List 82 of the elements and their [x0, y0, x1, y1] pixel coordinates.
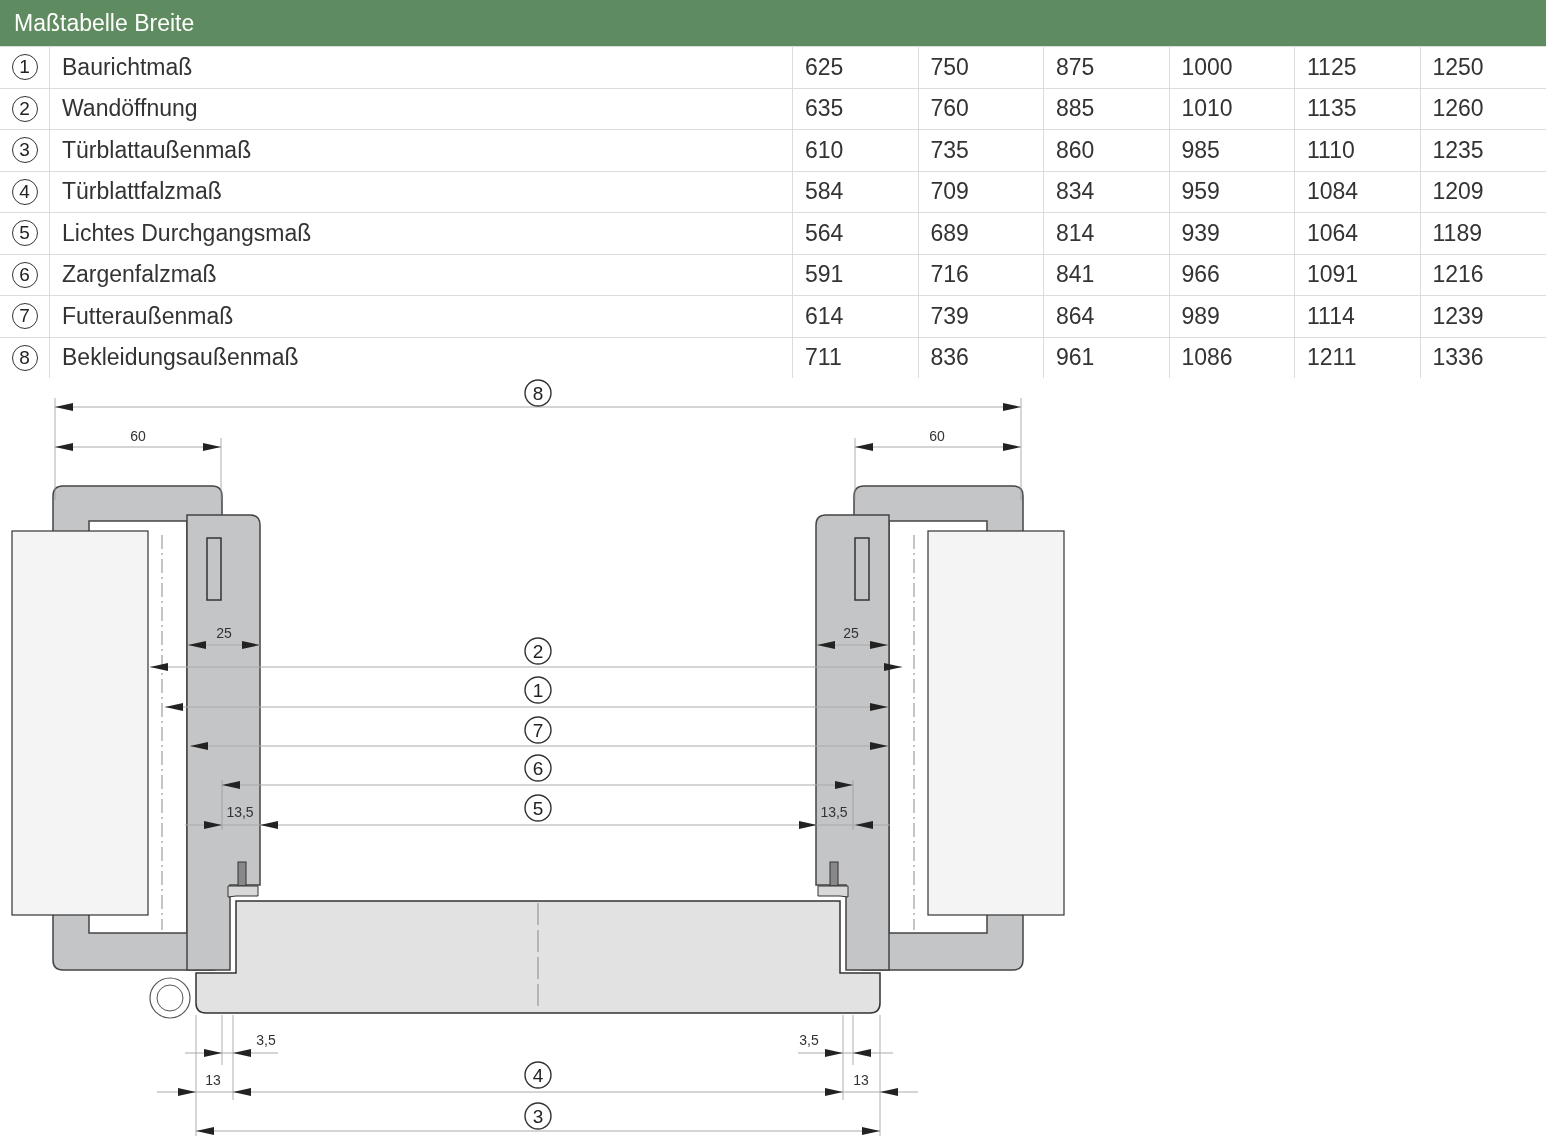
callout-marker: 6 — [524, 754, 552, 782]
extension-line — [220, 437, 222, 501]
table-cell: 1250 — [1420, 46, 1546, 88]
table-cell: 841 — [1044, 253, 1170, 295]
table-cell: 834 — [1044, 170, 1170, 212]
callout-marker: 4 — [524, 1061, 552, 1089]
dimension-label: 3,5 — [256, 1032, 276, 1048]
table-cell: 1235 — [1420, 129, 1546, 171]
table-cell: 860 — [1044, 129, 1170, 171]
dimension-label: 3,5 — [799, 1032, 819, 1048]
table-cell: Türblattaußenmaß — [50, 129, 793, 171]
extension-line — [221, 1014, 223, 1066]
extension-line — [854, 437, 856, 501]
table-cell: 1209 — [1420, 170, 1546, 212]
table-cell: 735 — [918, 129, 1044, 171]
table-cell: Wandöffnung — [50, 87, 793, 129]
table-cell: 989 — [1169, 295, 1295, 337]
table-cell: 814 — [1044, 212, 1170, 254]
table-cell: 1000 — [1169, 46, 1295, 88]
dimension-label: 25 — [843, 625, 859, 641]
table-cell: 591 — [793, 253, 919, 295]
table-cell: Lichtes Durchgangsmaß — [50, 212, 793, 254]
callout-marker: 7 — [524, 716, 552, 744]
table-cell: 1211 — [1295, 336, 1421, 378]
extension-line — [852, 1014, 854, 1066]
table-cell: 750 — [918, 46, 1044, 88]
table-cell: 966 — [1169, 253, 1295, 295]
table-cell: 1110 — [1295, 129, 1421, 171]
table-cell: 1064 — [1295, 212, 1421, 254]
dimension-label: 13 — [205, 1072, 221, 1088]
table-cell: 625 — [793, 46, 919, 88]
table-cell: 1336 — [1420, 336, 1546, 378]
table-cell: Türblattfalzmaß — [50, 170, 793, 212]
callout-marker: 2 — [524, 637, 552, 665]
table-cell: 939 — [1169, 212, 1295, 254]
table-cell: 1135 — [1295, 87, 1421, 129]
callout-marker: 3 — [524, 1102, 552, 1130]
table-cell: 760 — [918, 87, 1044, 129]
table-cell: 885 — [1044, 87, 1170, 129]
door-seal-drawing — [227, 861, 259, 898]
table-cell: 1084 — [1295, 170, 1421, 212]
table-cell: 1125 — [1295, 46, 1421, 88]
dimension-label: 60 — [929, 428, 945, 444]
door-seal-drawing — [817, 861, 849, 898]
table-cell: 1086 — [1169, 336, 1295, 378]
table-cell: 864 — [1044, 295, 1170, 337]
table-cell: 1091 — [1295, 253, 1421, 295]
table-cell: 614 — [793, 295, 919, 337]
dimension-label: 13,5 — [226, 804, 254, 820]
dimension-label: 13 — [853, 1072, 869, 1088]
table-cell: Futteraußenmaß — [50, 295, 793, 337]
table-cell: Baurichtmaß — [50, 46, 793, 88]
dimension-label: 60 — [130, 428, 146, 444]
table-cell: 1216 — [1420, 253, 1546, 295]
hinge-icon — [149, 977, 191, 1019]
table-cell: Zargenfalzmaß — [50, 253, 793, 295]
callout-marker: 1 — [524, 676, 552, 704]
callout-marker: 8 — [524, 379, 552, 407]
table-cell: 635 — [793, 87, 919, 129]
table-cell: Bekleidungsaußenmaß — [50, 336, 793, 378]
table-cell: 1260 — [1420, 87, 1546, 129]
table-cell: 1239 — [1420, 295, 1546, 337]
table-cell: 711 — [793, 336, 919, 378]
table-cell: 959 — [1169, 170, 1295, 212]
table-cell: 836 — [918, 336, 1044, 378]
table-cell: 961 — [1044, 336, 1170, 378]
table-cell: 689 — [918, 212, 1044, 254]
table-cell: 1114 — [1295, 295, 1421, 337]
dimension-label: 25 — [216, 625, 232, 641]
table-cell: 1010 — [1169, 87, 1295, 129]
table-cell: 739 — [918, 295, 1044, 337]
table-cell: 1189 — [1420, 212, 1546, 254]
table-cell: 709 — [918, 170, 1044, 212]
dimension-label: 13,5 — [820, 804, 848, 820]
table-cell: 610 — [793, 129, 919, 171]
table-title: Maßtabelle Breite — [14, 9, 195, 37]
table-cell: 584 — [793, 170, 919, 212]
table-cell: 716 — [918, 253, 1044, 295]
callout-marker: 5 — [524, 794, 552, 822]
table-cell: 564 — [793, 212, 919, 254]
table-cell: 875 — [1044, 46, 1170, 88]
table-cell: 985 — [1169, 129, 1295, 171]
